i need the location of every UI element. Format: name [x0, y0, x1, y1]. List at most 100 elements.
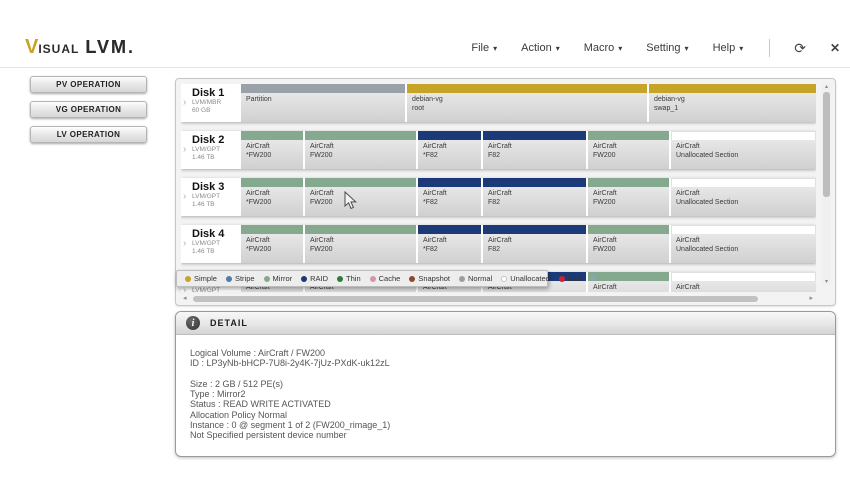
section-body: AirCraftFW200 [588, 187, 669, 216]
info-icon: i [186, 316, 200, 330]
section-body: debian-vgswap_1 [649, 93, 816, 122]
disk-sections: Partitiondebian-vgrootdebian-vgswap_1 [241, 84, 816, 122]
disk-section[interactable]: AirCraftFW200 [305, 178, 416, 216]
scroll-up-icon[interactable]: ▴ [822, 83, 831, 90]
section-body: AirCraftUnallocated Section [671, 281, 816, 292]
disk-section[interactable]: AirCraftFW200 [588, 131, 669, 169]
horizontal-scrollbar[interactable]: ◂ ▸ [183, 295, 813, 303]
menu-action[interactable]: Action▾ [521, 42, 560, 54]
disk-section[interactable]: AirCraft*FW200 [241, 131, 303, 169]
disk-section[interactable]: AirCraft*F82 [418, 178, 481, 216]
menu-macro[interactable]: Macro▾ [584, 42, 623, 54]
legend-dot-icon [501, 276, 507, 282]
scroll-down-icon[interactable]: ▾ [822, 278, 831, 285]
scroll-right-icon[interactable]: ▸ [809, 295, 813, 303]
disk-section[interactable]: AirCraft*FW200 [241, 225, 303, 263]
disk-tab-2[interactable]: ›Disk 2LVM/GPT1.46 TB [181, 131, 241, 169]
section-color-bar [588, 225, 669, 234]
section-body: AirCraftFW200 [305, 234, 416, 263]
section-label-1: debian-vg [654, 95, 816, 104]
disk-section[interactable]: AirCraftFW200 [588, 272, 669, 292]
menu-file[interactable]: File▾ [471, 42, 497, 54]
legend-dot-icon [264, 276, 270, 282]
section-label-1: AirCraft [488, 189, 586, 198]
menu-label: Help [713, 42, 736, 54]
section-label-1: AirCraft [246, 142, 303, 151]
section-label-2: FW200 [310, 151, 416, 160]
disk-section[interactable]: AirCraft*FW200 [241, 178, 303, 216]
section-label-1: AirCraft [593, 142, 669, 151]
horizontal-scroll-thumb[interactable] [193, 296, 758, 302]
disk-section[interactable]: debian-vgroot [407, 84, 647, 122]
disk-section[interactable]: Partition [241, 84, 405, 122]
section-label-1: AirCraft [676, 189, 816, 198]
scroll-left-icon[interactable]: ◂ [183, 295, 187, 303]
section-label-1: AirCraft [310, 142, 416, 151]
section-label-2: F82 [488, 151, 586, 160]
vertical-scrollbar[interactable]: ▴ ▾ [822, 83, 831, 285]
disk-section[interactable]: AirCraftUnallocated Section [671, 178, 816, 216]
disk-section[interactable]: AirCraftFW200 [305, 225, 416, 263]
disk-scheme: LVM/GPT [192, 240, 239, 248]
section-label-1: AirCraft [488, 236, 586, 245]
sidebar-button-vg[interactable]: VG OPERATION [30, 101, 147, 118]
disk-section[interactable]: AirCraftFW200 [588, 225, 669, 263]
disk-section[interactable]: AirCraftUnallocated Section [671, 131, 816, 169]
vertical-scroll-thumb[interactable] [823, 92, 830, 197]
section-body: AirCraft*F82 [418, 234, 481, 263]
legend-item-raid: RAID [301, 274, 328, 283]
menu-help[interactable]: Help▾ [713, 42, 744, 54]
disk-name: Disk 1 [192, 87, 239, 99]
disk-tab-4[interactable]: ›Disk 4LVM/GPT1.46 TB [181, 225, 241, 263]
disk-section[interactable]: debian-vgswap_1 [649, 84, 816, 122]
section-color-bar [407, 84, 647, 93]
sidebar-button-lv[interactable]: LV OPERATION [30, 126, 147, 143]
section-label-1: AirCraft [423, 189, 481, 198]
disk-section[interactable]: AirCraftF82 [483, 225, 586, 263]
legend-collapse-icon[interactable]: « [590, 273, 596, 284]
expander-chevron-icon[interactable]: › [183, 97, 186, 108]
disk-rows: ›Disk 1LVM/MBR60 GBPartitiondebian-vgroo… [181, 84, 816, 292]
disk-section[interactable]: AirCraft*F82 [418, 225, 481, 263]
disk-tab-1[interactable]: ›Disk 1LVM/MBR60 GB [181, 84, 241, 122]
disk-section[interactable]: AirCraftFW200 [588, 178, 669, 216]
disk-name: Disk 4 [192, 228, 239, 240]
legend-item-normal: Normal [459, 274, 492, 283]
section-label-1: AirCraft [310, 236, 416, 245]
section-label-1: AirCraft [593, 236, 669, 245]
refresh-icon[interactable]: ⟳ [794, 41, 806, 55]
disk-sections: AirCraft*FW200AirCraftFW200AirCraft*F82A… [241, 225, 816, 263]
section-label-2: *FW200 [246, 151, 303, 160]
volume-type-legend: SimpleStripeMirrorRAIDThinCacheSnapshotN… [176, 270, 548, 287]
legend-label: Thin [346, 274, 361, 283]
legend-label: Unallocated [510, 274, 550, 283]
legend-label: Simple [194, 274, 217, 283]
expander-chevron-icon[interactable]: › [183, 238, 186, 249]
section-body: AirCraftF82 [483, 234, 586, 263]
detail-header: i DETAIL [176, 312, 835, 335]
disk-name: Disk 2 [192, 134, 239, 146]
expander-chevron-icon[interactable]: › [183, 191, 186, 202]
section-label-2: Unallocated Section [676, 198, 816, 207]
section-color-bar [671, 178, 816, 187]
disk-scheme: LVM/GPT [192, 287, 239, 292]
sidebar-button-pv[interactable]: PV OPERATION [30, 76, 147, 93]
disk-section[interactable]: AirCraftUnallocated Section [671, 272, 816, 292]
disk-row-2: ›Disk 2LVM/GPT1.46 TBAirCraft*FW200AirCr… [181, 131, 816, 169]
disk-row-3: ›Disk 3LVM/GPT1.46 TBAirCraft*FW200AirCr… [181, 178, 816, 216]
disk-section[interactable]: AirCraftFW200 [305, 131, 416, 169]
disk-section[interactable]: AirCraftF82 [483, 178, 586, 216]
disk-tab-3[interactable]: ›Disk 3LVM/GPT1.46 TB [181, 178, 241, 216]
close-icon[interactable]: ✕ [830, 41, 840, 55]
menu-setting[interactable]: Setting▾ [646, 42, 688, 54]
section-color-bar [241, 178, 303, 187]
disk-section[interactable]: AirCraft*F82 [418, 131, 481, 169]
section-body: Partition [241, 93, 405, 122]
disk-section[interactable]: AirCraftUnallocated Section [671, 225, 816, 263]
menu-label: Action [521, 42, 552, 54]
expander-chevron-icon[interactable]: › [183, 144, 186, 155]
disk-name: Disk 3 [192, 181, 239, 193]
disk-section[interactable]: AirCraftF82 [483, 131, 586, 169]
detail-line: Size : 2 GB / 512 PE(s) [190, 379, 821, 389]
section-body: AirCraft*FW200 [241, 187, 303, 216]
